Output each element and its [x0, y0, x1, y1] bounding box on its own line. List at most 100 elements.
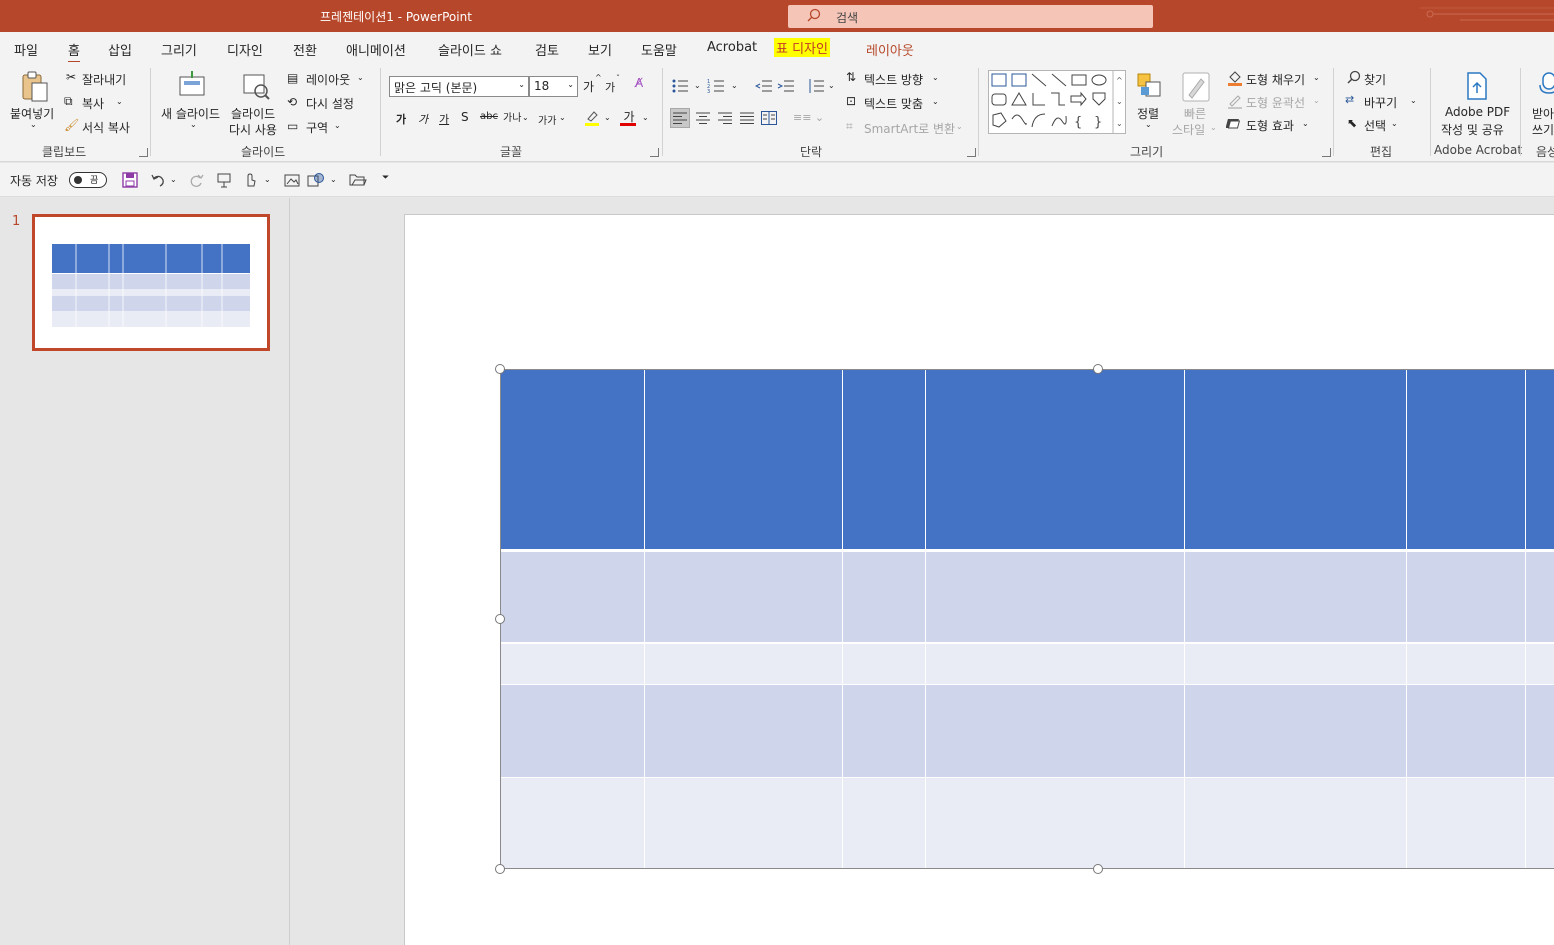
tab-view[interactable]: 보기 — [588, 40, 612, 59]
line-spacing-dropdown-icon[interactable]: ⌄ — [828, 81, 835, 90]
copy-dropdown-icon[interactable]: ⌄ — [116, 97, 123, 106]
shapes-gallery[interactable]: { } ^ ⌄ ⌄ — [988, 70, 1126, 134]
customize-qat-icon[interactable]: ⏷ — [382, 173, 389, 183]
table-cell[interactable] — [843, 778, 926, 868]
shape-effects-dropdown-icon[interactable]: ⌄ — [1302, 119, 1309, 128]
columns-icon[interactable] — [759, 108, 779, 128]
grow-font-button[interactable]: 가 — [583, 78, 594, 95]
increase-indent-icon[interactable] — [776, 76, 796, 96]
align-text-dropdown-icon[interactable]: ⌄ — [932, 97, 939, 106]
table-cell[interactable] — [926, 778, 1185, 868]
smartart-button[interactable]: SmartArt로 변환 — [864, 120, 955, 137]
shape-effects-button[interactable]: 도형 효과 — [1246, 117, 1294, 134]
table-cell[interactable] — [1185, 685, 1407, 777]
quick-styles-line2[interactable]: 스타일 — [1172, 121, 1205, 138]
layout-button[interactable]: 레이아웃 — [306, 71, 350, 88]
section-button[interactable]: 구역 — [306, 119, 328, 136]
bold-button[interactable]: 가 — [396, 111, 406, 127]
align-right-icon[interactable] — [715, 108, 735, 128]
bullets-icon[interactable] — [670, 76, 690, 96]
table-row[interactable] — [501, 643, 1554, 684]
table-cell[interactable] — [1526, 685, 1554, 777]
resize-handle-bottom-left[interactable] — [495, 864, 505, 874]
tab-table-design[interactable]: 표 디자인 — [774, 38, 830, 57]
align-center-icon[interactable] — [693, 108, 713, 128]
save-icon[interactable] — [120, 170, 140, 190]
cut-button[interactable]: 잘라내기 — [82, 71, 126, 88]
table-cell[interactable] — [645, 685, 843, 777]
table-cell[interactable] — [1185, 778, 1407, 868]
layout-dropdown-icon[interactable]: ⌄ — [357, 73, 364, 82]
table-cell[interactable] — [843, 370, 926, 549]
create-pdf-line1[interactable]: Adobe PDF — [1445, 105, 1510, 119]
table-cell[interactable] — [501, 644, 645, 684]
font-color-dropdown-icon[interactable]: ⌄ — [642, 113, 649, 122]
tab-draw[interactable]: 그리기 — [161, 40, 197, 59]
table-cell[interactable] — [843, 552, 926, 642]
quick-styles-icon[interactable] — [1180, 70, 1212, 104]
decrease-indent-icon[interactable] — [754, 76, 774, 96]
align-left-icon[interactable] — [670, 108, 690, 128]
open-folder-icon[interactable] — [348, 170, 368, 190]
tab-insert[interactable]: 삽입 — [108, 40, 132, 59]
search-box[interactable]: 검색 — [788, 5, 1153, 28]
strikethrough-button[interactable]: abc — [480, 111, 498, 122]
table-cell[interactable] — [1526, 644, 1554, 684]
table-cell[interactable] — [1407, 370, 1526, 549]
resize-handle-top-left[interactable] — [495, 364, 505, 374]
dictate-line1[interactable]: 받아 — [1532, 105, 1554, 122]
tab-transitions[interactable]: 전환 — [293, 40, 317, 59]
shrink-font-button[interactable]: 가 — [605, 79, 615, 95]
arrange-icon[interactable] — [1134, 70, 1164, 102]
table-row[interactable] — [501, 684, 1554, 777]
justify-icon[interactable] — [737, 108, 757, 128]
new-slide-icon[interactable] — [176, 70, 208, 100]
table-cell[interactable] — [1407, 778, 1526, 868]
change-case-button[interactable]: 가가 — [538, 112, 556, 127]
align-text-button[interactable]: 텍스트 맞춤 — [864, 95, 923, 112]
reuse-slides-icon[interactable] — [240, 70, 272, 102]
slide-table[interactable] — [500, 369, 1554, 869]
dictate-line2[interactable]: 쓰기 — [1532, 121, 1554, 138]
table-cell[interactable] — [926, 552, 1185, 642]
shapes-qat-icon[interactable] — [306, 170, 326, 190]
redo-icon[interactable] — [186, 170, 206, 190]
tab-file[interactable]: 파일 — [14, 40, 38, 59]
shadow-button[interactable]: S — [461, 110, 469, 124]
font-size-combo[interactable]: 18 ⌄ — [529, 76, 578, 97]
table-cell[interactable] — [1407, 552, 1526, 642]
clear-format-icon[interactable]: A̸ — [635, 76, 643, 90]
reset-button[interactable]: 다시 설정 — [306, 95, 354, 112]
italic-button[interactable]: 가 — [418, 111, 428, 127]
table-cell[interactable] — [1526, 552, 1554, 642]
paste-icon[interactable] — [18, 70, 52, 104]
table-row[interactable] — [501, 552, 1554, 642]
bullets-dropdown-icon[interactable]: ⌄ — [694, 81, 701, 90]
highlight-dropdown-icon[interactable]: ⌄ — [604, 113, 611, 122]
microphone-icon[interactable] — [1536, 70, 1554, 100]
table-cell[interactable] — [926, 644, 1185, 684]
shapes-qat-dropdown-icon[interactable]: ⌄ — [330, 175, 337, 184]
table-cell[interactable] — [645, 644, 843, 684]
table-cell[interactable] — [645, 778, 843, 868]
underline-button[interactable]: 가 — [439, 111, 449, 127]
quick-styles-dropdown-icon[interactable]: ⌄ — [1210, 123, 1217, 132]
resize-handle-top[interactable] — [1093, 364, 1103, 374]
tab-acrobat[interactable]: Acrobat — [707, 40, 757, 55]
resize-handle-bottom[interactable] — [1093, 864, 1103, 874]
tab-home[interactable]: 홈 — [68, 40, 80, 64]
find-icon[interactable] — [1344, 68, 1364, 88]
shape-effects-icon[interactable] — [1225, 114, 1245, 134]
line-spacing-icon[interactable] — [806, 76, 826, 96]
paste-dropdown-icon[interactable]: ⌄ — [30, 120, 37, 129]
shape-outline-dropdown-icon[interactable]: ⌄ — [1313, 96, 1320, 105]
smartart-dropdown-icon[interactable]: ⌄ — [956, 122, 963, 131]
picture-icon[interactable] — [282, 170, 302, 190]
reuse-slides-line1[interactable]: 슬라이드 — [231, 105, 275, 122]
table-cell[interactable] — [501, 778, 645, 868]
tab-layout[interactable]: 레이아웃 — [866, 40, 914, 59]
spacing-dropdown-icon[interactable]: ⌄ — [522, 113, 529, 122]
find-button[interactable]: 찾기 — [1364, 71, 1386, 88]
undo-icon[interactable] — [148, 170, 168, 190]
shape-fill-dropdown-icon[interactable]: ⌄ — [1313, 73, 1320, 82]
